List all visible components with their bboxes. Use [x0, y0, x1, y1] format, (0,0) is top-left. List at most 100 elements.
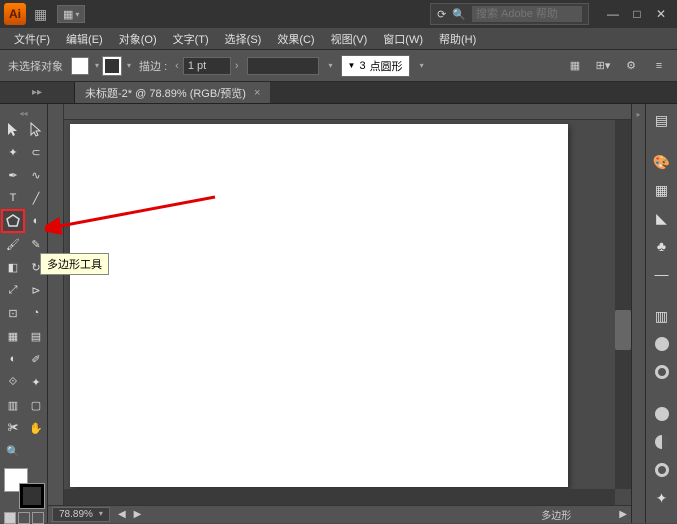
- menu-object[interactable]: 对象(O): [113, 29, 163, 49]
- brush-name: 点圆形: [370, 58, 403, 74]
- hand-tool[interactable]: ✋: [25, 417, 47, 439]
- zoom-tool[interactable]: 🔍: [2, 440, 24, 462]
- search-input[interactable]: [472, 6, 582, 22]
- stroke-width-input[interactable]: [183, 57, 231, 75]
- panel-expand-handle[interactable]: ▸▸: [0, 82, 75, 103]
- scrollbar-horizontal[interactable]: [64, 489, 615, 505]
- stroke-panel-icon[interactable]: —: [650, 262, 674, 286]
- sync-icon: ⟳: [437, 8, 446, 21]
- document-tabs: ▸▸ 未标题-2* @ 78.89% (RGB/预览) ×: [0, 82, 677, 104]
- tab-close-icon[interactable]: ×: [254, 87, 260, 99]
- help-search-box[interactable]: ⟳ 🔍: [430, 3, 589, 25]
- align-icon[interactable]: ▦: [565, 57, 585, 75]
- draw-mode-normal[interactable]: [4, 512, 16, 524]
- stroke-increment-icon[interactable]: ›: [235, 60, 239, 72]
- paintbrush-tool[interactable]: 🖌: [2, 233, 24, 255]
- fill-stroke-control[interactable]: [4, 468, 44, 508]
- gradient-panel-icon[interactable]: ▥: [650, 304, 674, 328]
- curvature-tool[interactable]: ∿: [25, 164, 47, 186]
- tooltip: 多边形工具: [40, 253, 109, 275]
- shape-tool[interactable]: ◐: [25, 210, 47, 232]
- library-panel-icon[interactable]: ▤: [650, 108, 674, 132]
- title-bar: Ai ▦ ▦▾ ⟳ 🔍 — □ ✕: [0, 0, 677, 28]
- canvas-area: 78.89%▾ ◀ ▶ 多边形 ▶: [48, 104, 631, 523]
- width-tool[interactable]: ⊳: [25, 279, 47, 301]
- document-tab-title: 未标题-2* @ 78.89% (RGB/预览): [85, 85, 246, 101]
- zoom-level[interactable]: 78.89%▾: [52, 507, 110, 522]
- appearance-panel-icon[interactable]: [650, 360, 674, 384]
- panel-collapse-strip[interactable]: ▸: [631, 104, 645, 523]
- lasso-tool[interactable]: ⊂: [25, 141, 47, 163]
- menu-window[interactable]: 窗口(W): [377, 29, 429, 49]
- menu-file[interactable]: 文件(F): [8, 29, 56, 49]
- polygon-tool[interactable]: [2, 210, 24, 232]
- free-transform-tool[interactable]: ⊡: [2, 302, 24, 324]
- canvas[interactable]: [64, 120, 631, 505]
- ruler-vertical: [48, 104, 64, 505]
- gradient-tool[interactable]: ◐: [2, 348, 24, 370]
- stroke-swatch[interactable]: [103, 57, 121, 75]
- symbols-panel-icon[interactable]: ♣: [650, 234, 674, 258]
- close-button[interactable]: ✕: [649, 4, 673, 24]
- right-panel-dock: ▤ 🎨 ▦ ◣ ♣ — ▥ ✦: [645, 104, 677, 523]
- type-tool[interactable]: T: [2, 187, 24, 209]
- status-bar: 78.89%▾ ◀ ▶ 多边形 ▶: [48, 505, 631, 523]
- stroke-label: 描边 :: [139, 58, 167, 74]
- symbol-sprayer-tool[interactable]: ✦: [25, 371, 47, 393]
- search-icon: 🔍: [452, 8, 466, 21]
- panel-menu-icon[interactable]: ≡: [649, 57, 669, 75]
- stroke-decrement-icon[interactable]: ‹: [175, 60, 179, 72]
- transparency-panel-icon[interactable]: [650, 332, 674, 356]
- draw-mode-behind[interactable]: [18, 512, 30, 524]
- scrollbar-vertical[interactable]: [615, 120, 631, 489]
- workspace-switcher[interactable]: ▦▾: [57, 5, 85, 23]
- style-dropdown[interactable]: [247, 57, 319, 75]
- document-tab[interactable]: 未标题-2* @ 78.89% (RGB/预览) ×: [75, 82, 270, 103]
- artboards-panel-icon[interactable]: [650, 458, 674, 482]
- fill-swatch[interactable]: [71, 57, 89, 75]
- artboard-tool[interactable]: ▢: [25, 394, 47, 416]
- brushes-panel-icon[interactable]: ◣: [650, 206, 674, 230]
- nav-prev-icon[interactable]: ◀: [118, 509, 126, 520]
- perspective-tool[interactable]: ▦: [2, 325, 24, 347]
- stroke-color-swatch[interactable]: [20, 484, 44, 508]
- column-graph-tool[interactable]: ▥: [2, 394, 24, 416]
- control-bar: 未选择对象 ▾ ▾ 描边 : ‹ › ▾ ▼ 3 点圆形 ▾ ▦ ⊞▾ ⚙ ≡: [0, 50, 677, 82]
- layers-panel-icon[interactable]: [650, 430, 674, 454]
- menu-view[interactable]: 视图(V): [325, 29, 374, 49]
- menu-help[interactable]: 帮助(H): [433, 29, 482, 49]
- eyedropper-tool[interactable]: ✐: [25, 348, 47, 370]
- pencil-tool[interactable]: ✎: [25, 233, 47, 255]
- more-panel-icon[interactable]: ✦: [650, 486, 674, 510]
- menu-select[interactable]: 选择(S): [219, 29, 268, 49]
- pen-tool[interactable]: ✒: [2, 164, 24, 186]
- scale-tool[interactable]: ⤢: [2, 279, 24, 301]
- artboard[interactable]: [70, 124, 568, 487]
- opacity-value[interactable]: 3: [359, 60, 365, 72]
- eraser-tool[interactable]: ◧: [2, 256, 24, 278]
- magic-wand-tool[interactable]: ✦: [2, 141, 24, 163]
- graphic-styles-panel-icon[interactable]: [650, 402, 674, 426]
- blend-tool[interactable]: ⟐: [2, 371, 24, 393]
- swatches-panel-icon[interactable]: ▦: [650, 178, 674, 202]
- bridge-icon[interactable]: ▦: [34, 6, 47, 23]
- slice-tool[interactable]: ✀: [2, 417, 24, 439]
- selection-tool[interactable]: [2, 118, 24, 140]
- menu-effect[interactable]: 效果(C): [271, 29, 320, 49]
- minimize-button[interactable]: —: [601, 4, 625, 24]
- selection-status: 未选择对象: [8, 58, 63, 74]
- color-panel-icon[interactable]: 🎨: [650, 150, 674, 174]
- line-tool[interactable]: ╱: [25, 187, 47, 209]
- mesh-tool[interactable]: ▤: [25, 325, 47, 347]
- menu-bar: 文件(F) 编辑(E) 对象(O) 文字(T) 选择(S) 效果(C) 视图(V…: [0, 28, 677, 50]
- doc-setup-icon[interactable]: ⊞▾: [593, 57, 613, 75]
- maximize-button[interactable]: □: [625, 4, 649, 24]
- menu-edit[interactable]: 编辑(E): [60, 29, 109, 49]
- tools-handle-icon[interactable]: ◂◂: [2, 108, 45, 118]
- prefs-icon[interactable]: ⚙: [621, 57, 641, 75]
- nav-next-icon[interactable]: ▶: [134, 509, 142, 520]
- direct-selection-tool[interactable]: [25, 118, 47, 140]
- shape-builder-tool[interactable]: ◔: [25, 302, 47, 324]
- menu-type[interactable]: 文字(T): [167, 29, 215, 49]
- draw-mode-inside[interactable]: [32, 512, 44, 524]
